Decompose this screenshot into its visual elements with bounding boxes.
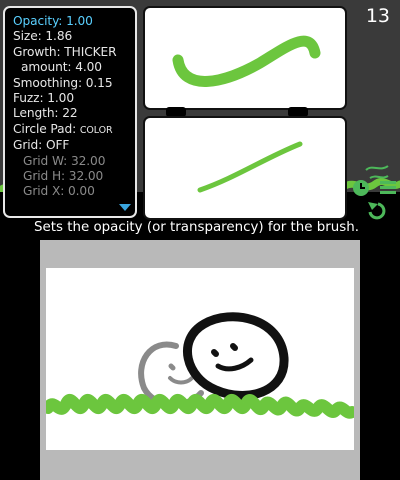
brush-settings-panel[interactable]: Opacity: 1.00 Size: 1.86 Growth: THICKER… — [3, 6, 137, 218]
option-grid-x[interactable]: Grid X: 0.00 — [13, 184, 135, 199]
black-face-drawing — [183, 312, 289, 400]
circle-pad-value: COLOR — [79, 124, 113, 136]
top-screen: Opacity: 1.00 Size: 1.86 Growth: THICKER… — [0, 0, 400, 240]
option-grid-w[interactable]: Grid W: 32.00 — [13, 154, 135, 169]
option-growth-amount[interactable]: amount: 4.00 — [13, 60, 135, 75]
option-growth[interactable]: Growth: THICKER — [13, 45, 135, 60]
circle-pad-label: Circle Pad: — [13, 121, 80, 136]
list-icon[interactable] — [380, 181, 396, 194]
option-grid[interactable]: Grid: OFF — [13, 138, 135, 153]
bottom-screen — [40, 240, 360, 480]
side-icon-group — [352, 160, 398, 220]
option-length[interactable]: Length: 22 — [13, 106, 135, 121]
brush-preview-small — [143, 116, 347, 220]
undo-icon[interactable] — [368, 202, 386, 220]
option-grid-h[interactable]: Grid H: 32.00 — [13, 169, 135, 184]
page-number: 13 — [365, 5, 390, 27]
green-scribble-drawing — [46, 394, 354, 419]
option-fuzz[interactable]: Fuzz: 1.00 — [13, 91, 135, 106]
option-size[interactable]: Size: 1.86 — [13, 29, 135, 44]
option-opacity[interactable]: Opacity: 1.00 — [13, 14, 135, 29]
option-circle-pad[interactable]: Circle Pad: COLOR — [13, 122, 135, 138]
clock-icon[interactable] — [353, 180, 369, 196]
wave-icon[interactable] — [365, 165, 389, 179]
brush-preview-large — [143, 6, 347, 110]
option-smoothing[interactable]: Smoothing: 0.15 — [13, 76, 135, 91]
scroll-down-icon[interactable] — [119, 204, 131, 211]
help-text: Sets the opacity (or transparency) for t… — [34, 220, 359, 235]
drawing-canvas[interactable] — [46, 268, 354, 450]
